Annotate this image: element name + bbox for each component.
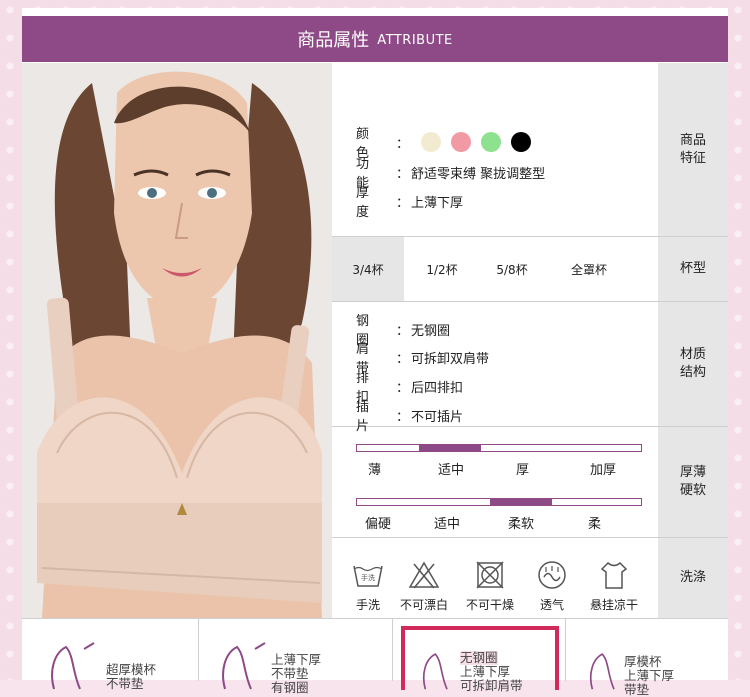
material-value-3: 后四排扣 xyxy=(411,380,464,396)
cup-option-12[interactable]: 1/2杯 xyxy=(404,237,480,301)
wash-row: 手洗 手洗 不可漂白 不可干燥 透气 悬挂凉干 洗涤 xyxy=(332,538,728,618)
wash-no-bleach-label: 不可漂白 xyxy=(399,598,448,612)
style-option-4-line-1: 厚模杯 xyxy=(624,654,662,669)
style-option-4-line-3: 带垫 xyxy=(624,682,650,697)
thickness-tick-1: 薄 xyxy=(368,463,382,478)
softness-tick-3: 柔软 xyxy=(508,517,535,532)
thickness-line: 厚度 ： 上薄下厚 xyxy=(356,182,463,220)
cup-option-full[interactable]: 全罩杯 xyxy=(544,237,634,301)
softness-label-text: 厚薄 硬软 xyxy=(679,465,706,498)
cup-row: 3/4杯 1/2杯 5/8杯 全罩杯 杯型 xyxy=(332,237,728,302)
style-option-2[interactable]: 上薄下厚 不带垫 有钢圈 xyxy=(199,619,393,695)
swatch-cream[interactable] xyxy=(421,132,442,152)
thickness-scale-fill xyxy=(419,445,481,451)
style-comparison-strip: 超厚模杯 不带垫 上薄下厚 不带垫 有钢圈 无钢圈 上薄下厚 可拆卸肩带 厚模杯… xyxy=(22,618,728,697)
swatch-black[interactable] xyxy=(511,132,532,152)
material-value-4: 不可插片 xyxy=(411,409,464,425)
wash-hang-dry-label: 悬挂凉干 xyxy=(589,598,638,612)
style-option-4-line-2: 上薄下厚 xyxy=(624,668,675,683)
style-option-2-line-1: 上薄下厚 xyxy=(271,652,322,667)
style-option-3-line-3: 可拆卸肩带 xyxy=(460,678,523,693)
cup-label-text: 杯型 xyxy=(679,261,706,276)
style-option-2-line-3: 有钢圈 xyxy=(271,680,309,695)
no-tumble-dry-icon xyxy=(476,561,504,589)
style-option-1[interactable]: 超厚模杯 不带垫 xyxy=(22,619,199,691)
features-row: 颜色 ： 功能 ： 舒适零束缚 聚拢调整型 厚度 ： 上薄下厚 商品 特征 xyxy=(332,63,728,237)
thickness-tick-3: 厚 xyxy=(516,463,530,478)
wash-breathable-label: 透气 xyxy=(539,598,564,612)
material-value-1: 无钢圈 xyxy=(411,323,451,339)
wash-hand-label: 手洗 xyxy=(355,598,380,612)
softness-scale-fill xyxy=(490,499,552,505)
softness-tick-2: 适中 xyxy=(434,517,461,532)
thickness-tick-2: 适中 xyxy=(438,463,465,478)
wash-label-text: 洗涤 xyxy=(679,570,706,585)
material-label-text: 材质 结构 xyxy=(679,347,706,380)
cup-sketch-icon xyxy=(51,642,95,690)
style-option-1-line-2: 不带垫 xyxy=(106,676,144,691)
wash-hand: 手洗 手洗 xyxy=(338,552,398,613)
thickness-value: 上薄下厚 xyxy=(411,195,464,211)
hand-wash-badge: 手洗 xyxy=(361,573,375,582)
product-photo xyxy=(22,63,332,618)
softness-row: 薄 适中 厚 加厚 偏硬 适中 柔软 柔 厚薄 硬软 xyxy=(332,427,728,538)
cup-option-58-label: 5/8杯 xyxy=(496,262,528,277)
style-option-3[interactable]: 无钢圈 上薄下厚 可拆卸肩带 xyxy=(393,619,566,693)
wash-no-bleach: 不可漂白 xyxy=(394,552,454,613)
cup-label: 杯型 xyxy=(658,237,728,301)
features-label-text: 商品 特征 xyxy=(679,132,706,166)
thickness-key: 厚度 xyxy=(356,186,384,220)
function-value: 舒适零束缚 聚拢调整型 xyxy=(411,166,546,182)
material-value-2: 可拆卸双肩带 xyxy=(411,351,490,367)
cup-option-34-label: 3/4杯 xyxy=(352,262,384,277)
softness-label: 厚薄 硬软 xyxy=(658,427,728,537)
wash-breathable: 透气 xyxy=(522,552,582,613)
softness-scale xyxy=(356,498,642,506)
cup-option-12-label: 1/2杯 xyxy=(426,262,458,277)
style-option-3-line-1: 无钢圈 xyxy=(460,650,498,665)
softness-tick-1: 偏硬 xyxy=(365,517,392,532)
wash-hang-dry: 悬挂凉干 xyxy=(584,552,644,613)
attribute-sheet: 商品属性 ATTRIBUTE 颜色 ： 功能 ： 舒适零束缚 聚拢调整型 厚度 … xyxy=(22,8,728,697)
features-label: 商品 特征 xyxy=(658,63,728,236)
material-label: 材质 结构 xyxy=(658,302,728,426)
no-bleach-icon xyxy=(408,561,440,589)
material-row: 钢圈 ： 无钢圈 肩带 ： 可拆卸双肩带 排扣 ： 后四排扣 插片 ： 不可插片… xyxy=(332,302,728,434)
header-title-en: ATTRIBUTE xyxy=(377,33,453,48)
hand-wash-icon: 手洗 xyxy=(353,565,383,587)
cup-option-58[interactable]: 5/8杯 xyxy=(480,237,544,301)
style-option-3-line-2: 上薄下厚 xyxy=(460,664,511,679)
thickness-scale xyxy=(356,444,642,452)
header-title-cn: 商品属性 xyxy=(297,30,370,51)
wash-label: 洗涤 xyxy=(658,538,728,618)
hang-dry-icon xyxy=(600,561,628,589)
section-header: 商品属性 ATTRIBUTE xyxy=(22,16,728,62)
wash-no-dry-label: 不可干燥 xyxy=(465,598,514,612)
softness-tick-4: 柔 xyxy=(588,517,602,532)
cup-option-34[interactable]: 3/4杯 xyxy=(332,237,404,301)
swatch-pink[interactable] xyxy=(451,132,472,152)
cup-sketch-icon xyxy=(222,642,266,690)
style-option-1-line-1: 超厚模杯 xyxy=(106,662,157,677)
attribute-table: 颜色 ： 功能 ： 舒适零束缚 聚拢调整型 厚度 ： 上薄下厚 商品 特征 3/… xyxy=(332,63,728,618)
style-option-4[interactable]: 厚模杯 上薄下厚 带垫 xyxy=(566,619,728,697)
wash-no-dry: 不可干燥 xyxy=(460,552,520,613)
style-option-2-line-2: 不带垫 xyxy=(271,666,309,681)
breathable-icon xyxy=(538,561,566,589)
cup-option-full-label: 全罩杯 xyxy=(570,262,607,277)
thickness-tick-4: 加厚 xyxy=(590,463,617,478)
swatch-green[interactable] xyxy=(481,132,502,152)
